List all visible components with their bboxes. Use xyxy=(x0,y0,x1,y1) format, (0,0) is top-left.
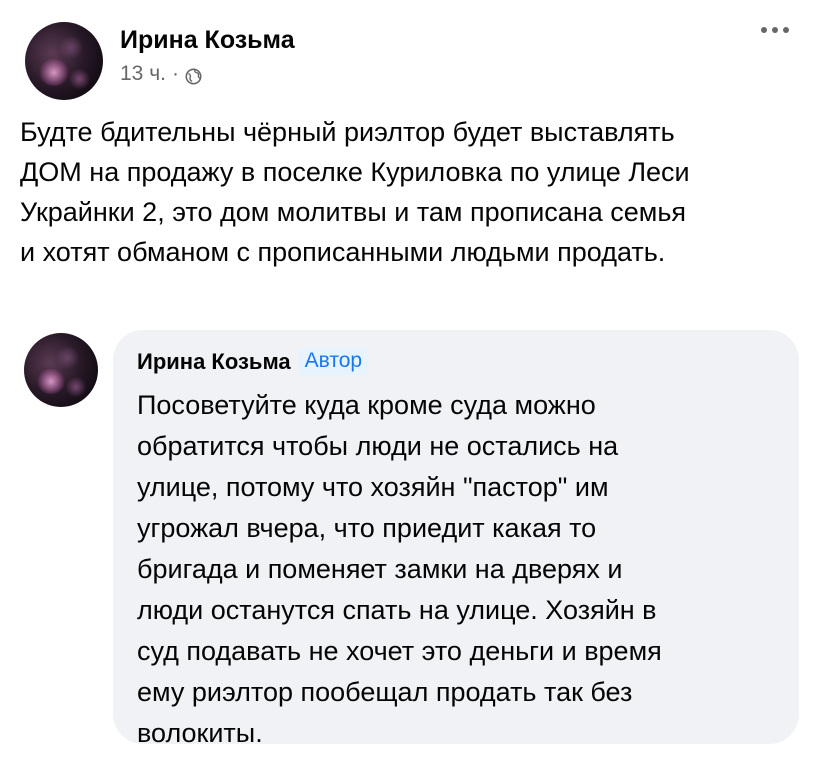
comment-bubble: Ирина Козьма Автор Посоветуйте куда кром… xyxy=(113,330,799,748)
post-author-name[interactable]: Ирина Козьма xyxy=(120,26,295,55)
post-meta: 13 ч. · xyxy=(120,62,202,86)
comment-text-line: угрожал вчера, что приедит какая то xyxy=(137,513,597,543)
comment-text-line: обратится чтобы люди не остались на xyxy=(137,431,619,461)
post-author-avatar[interactable] xyxy=(25,22,103,100)
comment-header: Ирина Козьма Автор xyxy=(137,348,369,375)
comment-text: Посоветуйте куда кроме суда можно обрати… xyxy=(137,385,787,754)
comment-author-name[interactable]: Ирина Козьма xyxy=(137,349,291,375)
comment-text-line: люди останутся спать на улице. Хозяйн в xyxy=(137,595,657,625)
comment-text-line: суд подавать не хочет это деньги и время xyxy=(137,636,662,666)
meta-separator: · xyxy=(171,62,179,85)
post-text: Будте бдительны чёрный риэлтор будет выс… xyxy=(20,112,800,272)
post-text-line: ДОМ на продажу в поселке Куриловка по ул… xyxy=(20,157,690,187)
post-timestamp[interactable]: 13 ч. xyxy=(120,62,166,86)
more-horizontal-icon[interactable] xyxy=(755,18,795,42)
globe-icon[interactable] xyxy=(185,67,202,85)
post-text-line: Будте бдительны чёрный риэлтор будет выс… xyxy=(20,117,675,147)
comment-text-line: ему риэлтор пообещал продать так без xyxy=(137,677,633,707)
comment-author-avatar[interactable] xyxy=(24,333,98,407)
comment-text-line: волокиты. xyxy=(137,718,263,748)
comment-text-line: Посоветуйте куда кроме суда можно xyxy=(137,390,596,420)
facebook-post: Ирина Козьма 13 ч. · Будте бдительны чёр… xyxy=(0,0,817,762)
comment-text-line: бригада и поменяет замки на дверях и xyxy=(137,554,623,584)
post-text-line: Украйнки 2, это дом молитвы и там пропис… xyxy=(20,197,687,227)
comment-text-line: улице, потому что хозяйн "пастор" им xyxy=(137,472,609,502)
post-text-line: и хотят обманом с прописанными людьми пр… xyxy=(20,237,666,267)
author-badge: Автор xyxy=(298,348,369,375)
